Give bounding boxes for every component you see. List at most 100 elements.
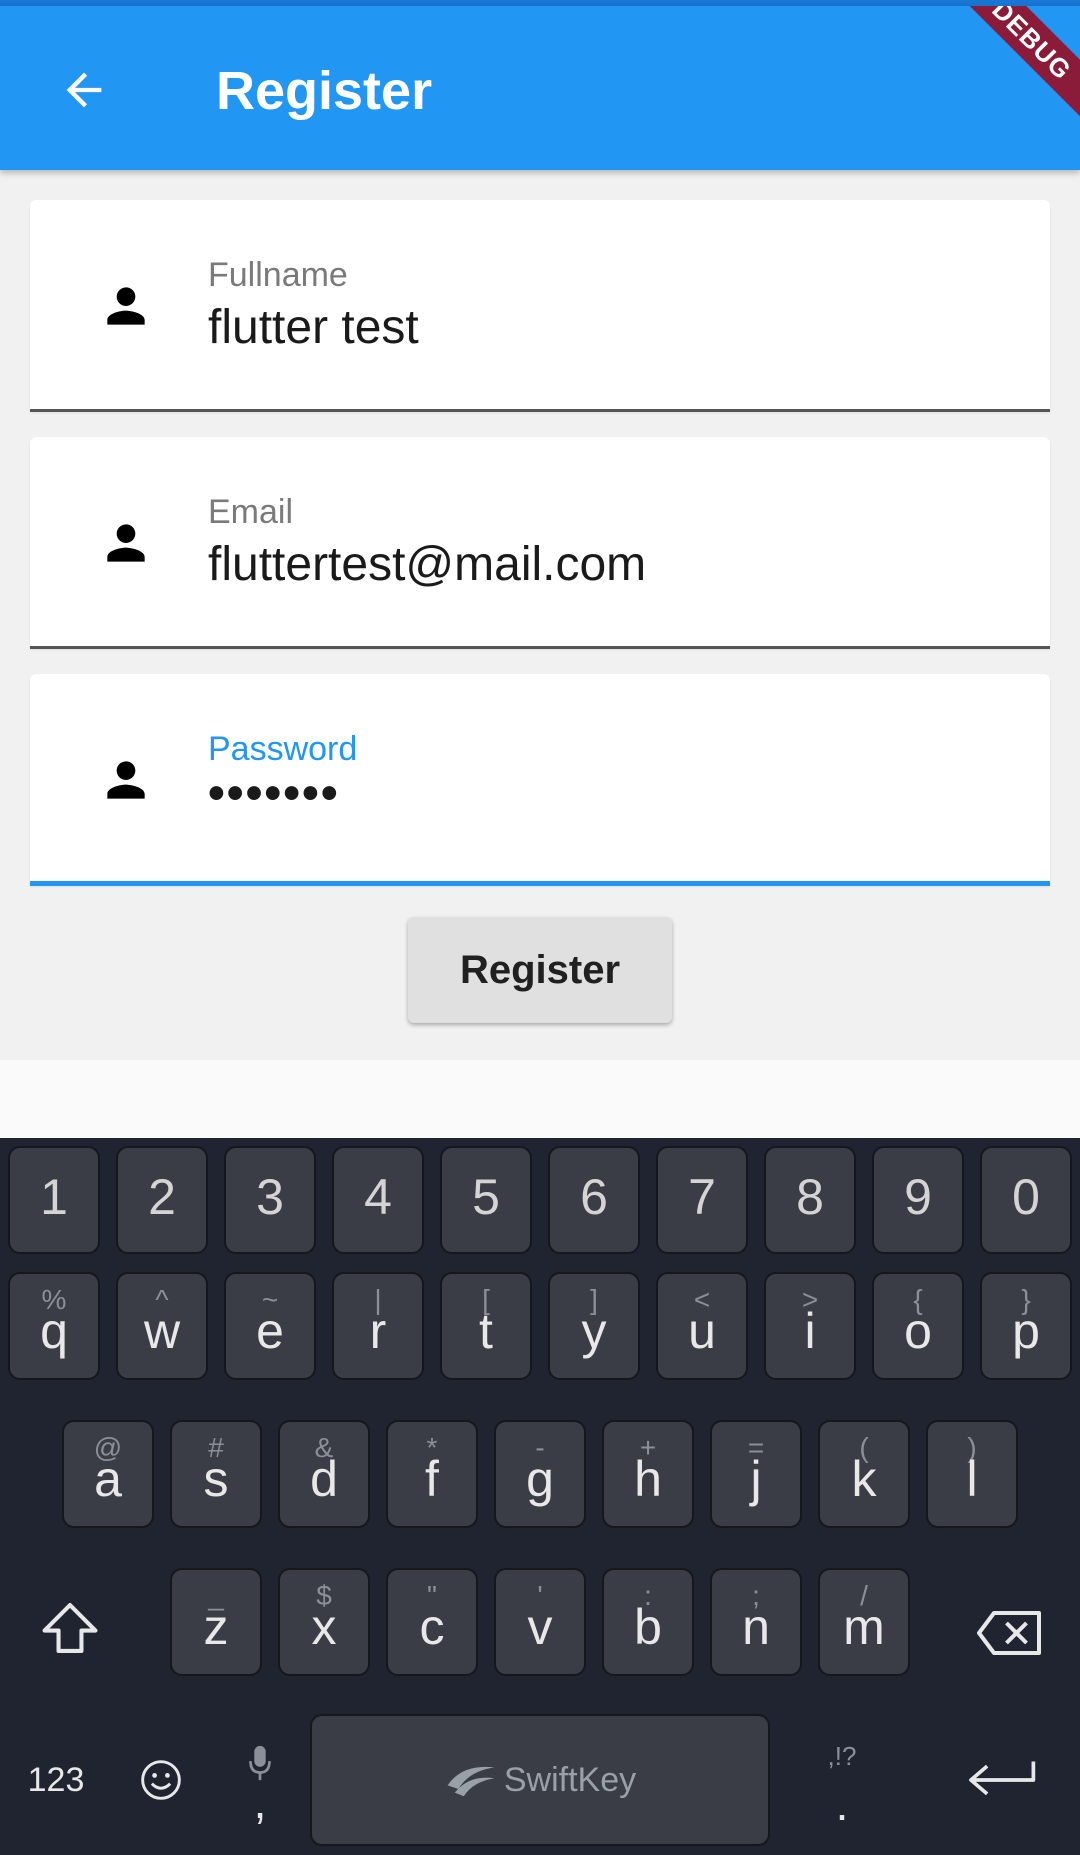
key-label: s [203,1451,229,1507]
key-label: e [256,1303,284,1359]
key-label: 3 [256,1169,284,1225]
key-n[interactable]: ; n [710,1568,802,1676]
key-x[interactable]: $ x [278,1568,370,1676]
key-z[interactable]: _ z [170,1568,262,1676]
key-label: u [688,1303,716,1359]
key-8[interactable]: 8 [764,1146,856,1254]
email-value: fluttertest@mail.com [208,538,647,591]
content-bottom-area [0,1060,1080,1138]
key-o[interactable]: {o [872,1272,964,1380]
password-label: Password [208,730,358,768]
key-label: m [843,1599,885,1655]
space-bar-label: SwiftKey [503,1760,637,1799]
key-label: 0 [1012,1169,1040,1225]
shift-key[interactable] [34,1590,106,1666]
emoji-icon [141,1760,181,1800]
key-h[interactable]: + h [602,1420,694,1528]
enter-key[interactable] [954,1748,1048,1812]
key-e[interactable]: ~ e [224,1272,316,1380]
password-value: ••••••• [208,767,340,820]
period-label: . [835,1777,849,1830]
back-button[interactable] [44,50,124,130]
key-label: v [527,1599,553,1655]
period-key[interactable]: ,!? . [812,1728,872,1838]
key-label: g [526,1451,554,1507]
space-bar[interactable]: SwiftKey [310,1714,770,1846]
key-label: q [40,1303,68,1359]
key-l[interactable]: ) l [926,1420,1018,1528]
person-icon [107,761,145,799]
register-button[interactable]: Register [408,917,672,1023]
key-r[interactable]: | r [332,1272,424,1380]
key-u[interactable]: < u [656,1272,748,1380]
key-label: l [966,1451,978,1507]
key-label: x [311,1599,337,1655]
key-k[interactable]: (k [818,1420,910,1528]
key-i[interactable]: > i [764,1272,856,1380]
key-g[interactable]: -g [494,1420,586,1528]
key-label: 2 [148,1169,176,1225]
mode-123-key[interactable]: 123 [16,1748,96,1812]
password-field[interactable]: Password ••••••• [30,674,1050,886]
punctuation-hint: ,!? [827,1740,857,1771]
key-b[interactable]: :b [602,1568,694,1676]
key-label: o [904,1303,932,1359]
key-label: 1 [40,1169,68,1225]
key-7[interactable]: 7 [656,1146,748,1254]
fullname-label: Fullname [208,256,348,294]
key-4[interactable]: 4 [332,1146,424,1254]
emoji-key[interactable] [136,1752,186,1808]
key-label: j [750,1451,762,1507]
key-d[interactable]: & d [278,1420,370,1528]
key-label: 7 [688,1169,716,1225]
key-c[interactable]: " c [386,1568,478,1676]
key-y[interactable]: ] y [548,1272,640,1380]
key-m[interactable]: / m [818,1568,910,1676]
key-label: r [369,1303,387,1359]
fullname-value: flutter test [208,301,419,354]
key-label: i [804,1303,816,1359]
key-label: t [479,1303,493,1359]
swiftkey-logo-icon [447,1766,495,1797]
key-2[interactable]: 2 [116,1146,208,1254]
key-0[interactable]: 0 [980,1146,1072,1254]
person-icon [107,524,145,562]
email-field[interactable]: Email fluttertest@mail.com [30,437,1050,649]
key-w[interactable]: ^ w [116,1272,208,1380]
key-label: 9 [904,1169,932,1225]
email-label: Email [208,493,294,531]
fullname-field[interactable]: Fullname flutter test [30,200,1050,412]
key-label: 5 [472,1169,500,1225]
key-j[interactable]: = j [710,1420,802,1528]
key-s[interactable]: # s [170,1420,262,1528]
key-1[interactable]: 1 [8,1146,100,1254]
key-label: 4 [364,1169,392,1225]
key-t[interactable]: [t [440,1272,532,1380]
key-5[interactable]: 5 [440,1146,532,1254]
key-label: n [742,1599,770,1655]
key-p[interactable]: } p [980,1272,1072,1380]
key-label: c [419,1599,445,1655]
app-bar: Register DEBUG [0,6,1080,170]
comma-key[interactable]: , [236,1728,284,1838]
backspace-key[interactable] [972,1600,1046,1666]
key-3[interactable]: 3 [224,1146,316,1254]
key-v[interactable]: ' v [494,1568,586,1676]
page-title: Register [216,61,433,121]
key-label: a [94,1451,122,1507]
key-a[interactable]: @ a [62,1420,154,1528]
enter-icon [969,1761,1036,1796]
key-9[interactable]: 9 [872,1146,964,1254]
key-label: f [425,1451,439,1507]
key-f[interactable]: * f [386,1420,478,1528]
debug-banner: DEBUG [940,6,1080,132]
key-label: z [203,1599,229,1655]
person-icon [107,287,145,325]
backspace-icon [977,1611,1041,1655]
key-label: 8 [796,1169,824,1225]
key-6[interactable]: 6 [548,1146,640,1254]
key-label: h [634,1451,662,1507]
key-q[interactable]: % q [8,1272,100,1380]
shift-icon [42,1603,98,1653]
comma-label: , [253,1776,267,1828]
